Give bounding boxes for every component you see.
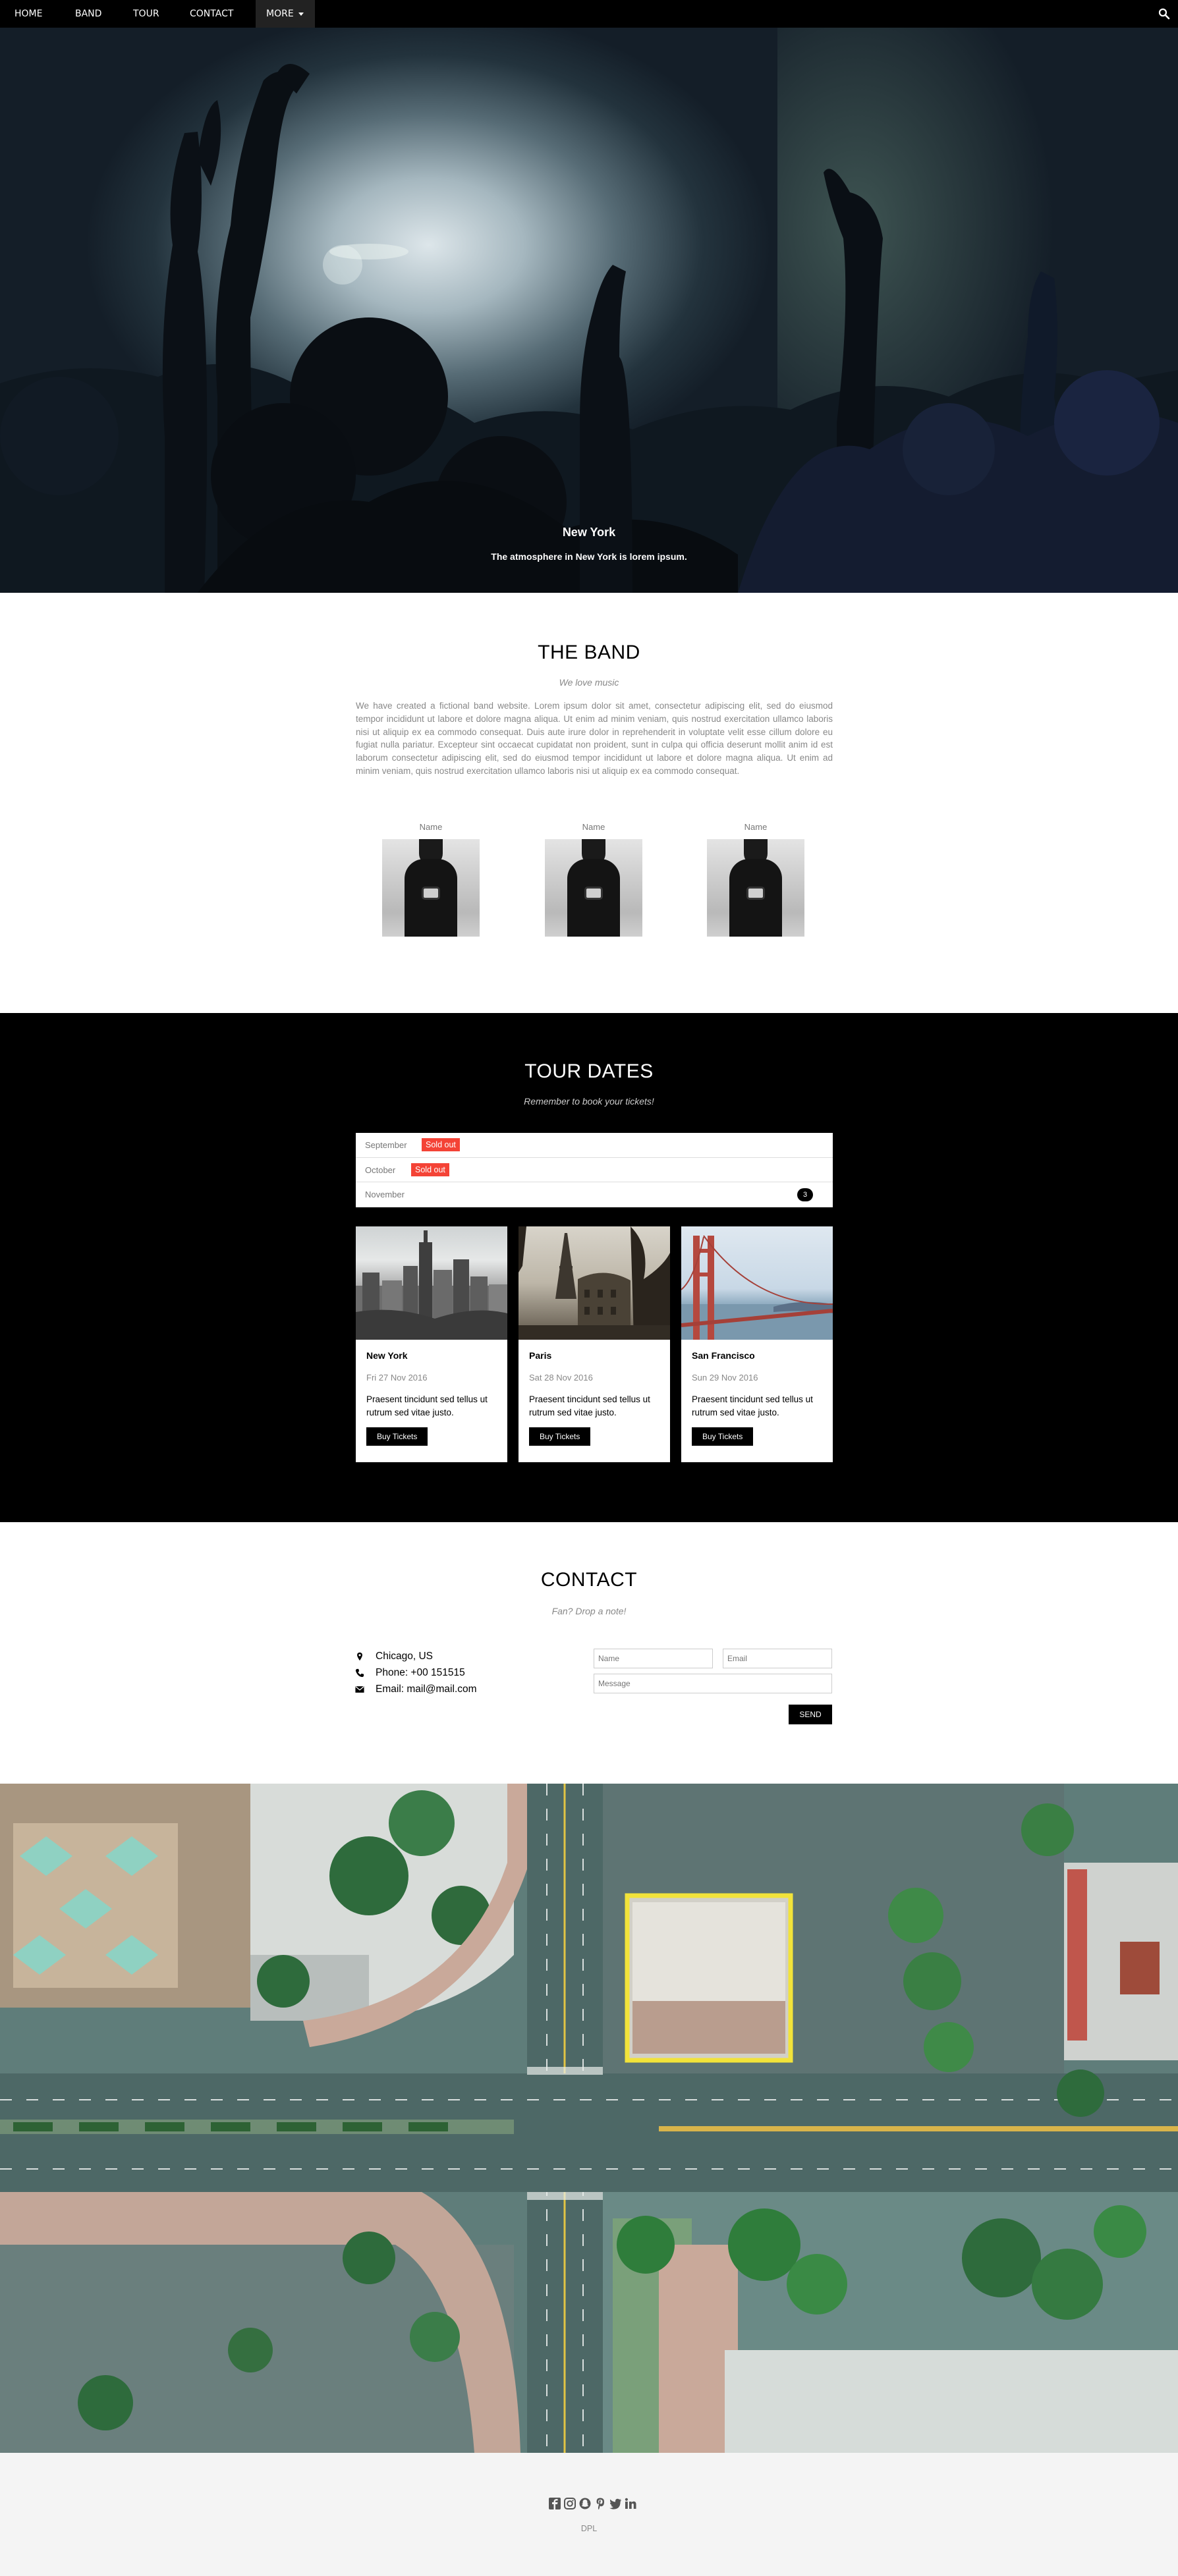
san-francisco-bridge-image — [681, 1226, 833, 1340]
buy-tickets-button[interactable]: Buy Tickets — [529, 1427, 591, 1446]
social-links — [548, 2496, 637, 2512]
contact-section-title: CONTACT — [540, 1569, 638, 1591]
nav-home[interactable]: HOME — [14, 0, 42, 28]
email-input[interactable] — [723, 1649, 832, 1668]
tour-card-date: Sat 28 Nov 2016 — [529, 1373, 593, 1383]
buy-tickets-button[interactable]: Buy Tickets — [366, 1427, 428, 1446]
facebook-icon[interactable] — [548, 2496, 561, 2511]
sold-out-badge: Sold out — [411, 1163, 449, 1176]
count-badge: 3 — [797, 1188, 813, 1201]
linkedin-icon[interactable] — [624, 2496, 637, 2511]
tour-section-title: TOUR DATES — [524, 1060, 654, 1082]
band-member-photo[interactable] — [545, 839, 642, 937]
tour-card-description: Praesent tincidunt sed tellus ut rutrum … — [366, 1394, 488, 1417]
tour-section-subtitle: Remember to book your tickets! — [524, 1096, 654, 1107]
name-input[interactable] — [594, 1649, 713, 1668]
tour-month-list: September Sold out October Sold out Nove… — [356, 1133, 833, 1207]
nav-tour[interactable]: TOUR — [133, 0, 159, 28]
nav-more-dropdown[interactable]: MORE — [256, 0, 315, 28]
new-york-skyline-image — [356, 1226, 507, 1340]
message-input[interactable] — [594, 1674, 832, 1693]
aerial-city-map-image — [0, 1784, 1178, 2453]
tour-card-city: New York — [366, 1350, 408, 1361]
footer-text: DPL — [580, 2524, 598, 2533]
nav-more-label: MORE — [266, 9, 294, 19]
tour-card: Paris Sat 28 Nov 2016 Praesent tincidunt… — [519, 1226, 670, 1462]
buy-tickets-button[interactable]: Buy Tickets — [692, 1427, 754, 1446]
tour-month-row: November 3 — [356, 1182, 833, 1207]
tour-card-description: Praesent tincidunt sed tellus ut rutrum … — [529, 1394, 650, 1417]
tour-month: October — [365, 1165, 396, 1175]
tour-card-date: Sun 29 Nov 2016 — [692, 1373, 758, 1383]
hero-concert-image: New York The atmosphere in New York is l… — [0, 28, 1178, 593]
tour-card-city: Paris — [529, 1350, 552, 1361]
hero-title: New York — [562, 526, 616, 539]
band-member-name: Name — [582, 822, 605, 832]
band-member-name: Name — [419, 822, 443, 832]
band-member-photo[interactable] — [382, 839, 480, 937]
tour-card-city: San Francisco — [692, 1350, 755, 1361]
tour-month: November — [365, 1190, 405, 1199]
tour-card-description: Praesent tincidunt sed tellus ut rutrum … — [692, 1394, 813, 1417]
nav-contact[interactable]: CONTACT — [190, 0, 233, 28]
footer — [0, 2453, 1178, 2576]
tour-card: San Francisco Sun 29 Nov 2016 Praesent t… — [681, 1226, 833, 1462]
contact-location-text: Chicago, US — [376, 1651, 434, 1662]
tour-month: September — [365, 1140, 407, 1150]
band-section-subtitle: We love music — [559, 677, 619, 688]
crowd-silhouette — [0, 64, 1178, 593]
tour-month-row: October Sold out — [356, 1158, 833, 1182]
twitter-icon[interactable] — [609, 2496, 622, 2511]
sold-out-badge: Sold out — [422, 1138, 460, 1151]
send-button[interactable]: SEND — [789, 1705, 832, 1724]
contact-email-text: Email: mail@mail.com — [376, 1684, 477, 1695]
tour-month-row: September Sold out — [356, 1133, 833, 1158]
contact-info: Chicago, US Phone: +00 151515 Email: mai… — [353, 1649, 477, 1698]
paris-image — [519, 1226, 670, 1340]
nav-band[interactable]: BAND — [75, 0, 101, 28]
contact-section-subtitle: Fan? Drop a note! — [551, 1606, 627, 1616]
band-member: Name — [544, 822, 643, 937]
instagram-icon[interactable] — [563, 2496, 576, 2511]
hero-subtitle: The atmosphere in New York is lorem ipsu… — [491, 551, 687, 562]
phone-icon — [355, 1668, 364, 1678]
tour-card: New York Fri 27 Nov 2016 Praesent tincid… — [356, 1226, 507, 1462]
band-description: We have created a fictional band website… — [356, 701, 833, 776]
envelope-icon — [355, 1686, 364, 1693]
caret-down-icon — [298, 12, 304, 16]
band-member-photo[interactable] — [707, 839, 804, 937]
contact-location: Chicago, US — [353, 1649, 477, 1665]
band-member: Name — [381, 822, 480, 937]
contact-phone: Phone: +00 151515 — [353, 1665, 477, 1682]
search-icon[interactable] — [1158, 8, 1170, 20]
band-member: Name — [706, 822, 805, 937]
contact-phone-text: Phone: +00 151515 — [376, 1667, 465, 1678]
band-section-title: THE BAND — [538, 642, 640, 663]
snapchat-icon[interactable] — [578, 2496, 592, 2511]
contact-email: Email: mail@mail.com — [353, 1682, 477, 1698]
tour-card-date: Fri 27 Nov 2016 — [366, 1373, 428, 1383]
band-member-name: Name — [744, 822, 768, 832]
map-marker-icon — [357, 1652, 362, 1661]
top-navbar: HOME BAND TOUR CONTACT MORE — [0, 0, 1178, 28]
pinterest-icon[interactable] — [594, 2496, 607, 2511]
